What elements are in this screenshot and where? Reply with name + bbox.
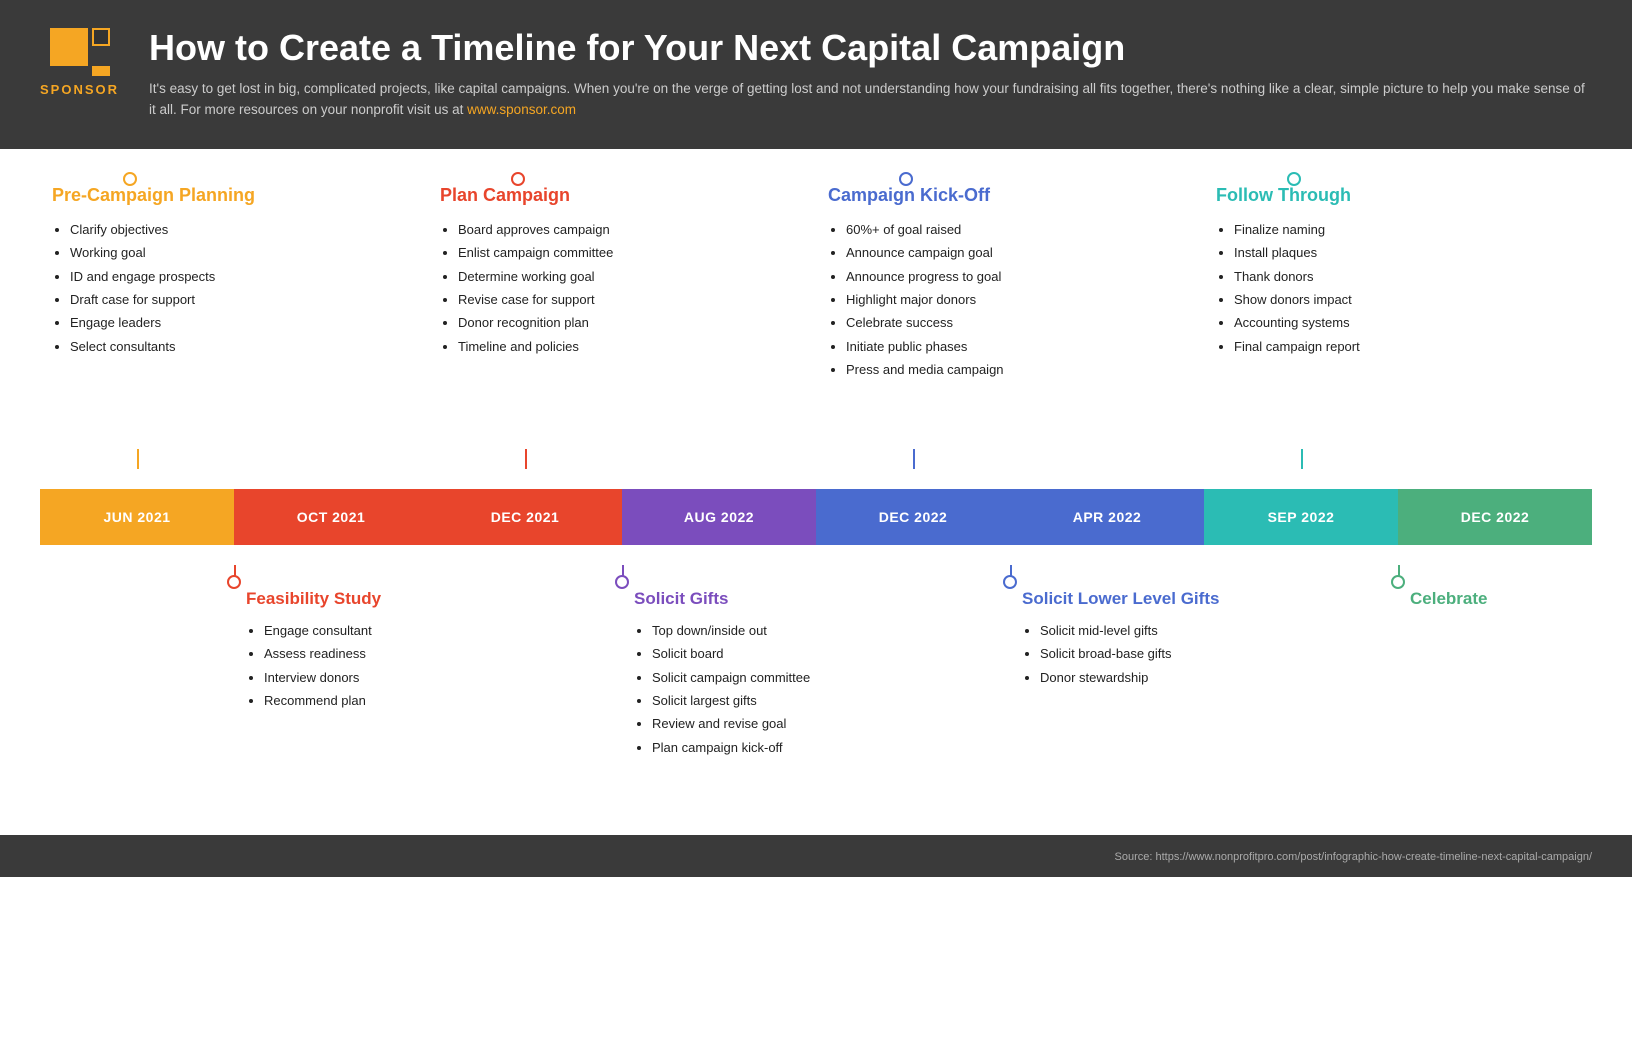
date-dec2022b: DEC 2022	[1398, 489, 1592, 545]
phase-plan-campaign: Plan Campaign Board approves campaign En…	[428, 179, 816, 469]
bottom-phases: Feasibility Study Engage consultant Asse…	[40, 545, 1592, 825]
phase-pre-campaign: Pre-Campaign Planning Clarify objectives…	[40, 179, 428, 469]
phase-title-follow-through: Follow Through	[1216, 185, 1580, 206]
date-oct2021: OCT 2021	[234, 489, 428, 545]
phase-list-follow-through: Finalize naming Install plaques Thank do…	[1216, 218, 1580, 358]
date-aug2022: AUG 2022	[622, 489, 816, 545]
phase-title-solicit-gifts: Solicit Gifts	[634, 589, 998, 609]
bottom-empty-col1	[40, 565, 234, 825]
phase-solicit-gifts: Solicit Gifts Top down/inside out Solici…	[622, 565, 1010, 825]
phase-title-pre-campaign: Pre-Campaign Planning	[52, 185, 416, 206]
top-phases: Pre-Campaign Planning Clarify objectives…	[40, 179, 1592, 489]
phase-list-solicit-gifts: Top down/inside out Solicit board Solici…	[634, 619, 998, 759]
phase-list-plan-campaign: Board approves campaign Enlist campaign …	[440, 218, 804, 358]
date-dec2021: DEC 2021	[428, 489, 622, 545]
phase-follow-through: Follow Through Finalize naming Install p…	[1204, 179, 1592, 469]
date-dec2022a: DEC 2022	[816, 489, 1010, 545]
phase-celebrate: Celebrate	[1398, 565, 1592, 825]
header: SPONSOR How to Create a Timeline for You…	[0, 0, 1632, 149]
main-content: Pre-Campaign Planning Clarify objectives…	[0, 149, 1632, 835]
date-jun2021: JUN 2021	[40, 489, 234, 545]
phase-campaign-kickoff: Campaign Kick-Off 60%+ of goal raised An…	[816, 179, 1204, 469]
phase-feasibility: Feasibility Study Engage consultant Asse…	[234, 565, 622, 825]
header-content: How to Create a Timeline for Your Next C…	[149, 28, 1592, 121]
header-description: It's easy to get lost in big, complicate…	[149, 78, 1592, 121]
phase-title-kickoff: Campaign Kick-Off	[828, 185, 1192, 206]
footer: Source: https://www.nonprofitpro.com/pos…	[0, 835, 1632, 877]
date-apr2022: APR 2022	[1010, 489, 1204, 545]
timeline-wrapper: Pre-Campaign Planning Clarify objectives…	[40, 179, 1592, 825]
phase-solicit-lower: Solicit Lower Level Gifts Solicit mid-le…	[1010, 565, 1398, 825]
phase-list-kickoff: 60%+ of goal raised Announce campaign go…	[828, 218, 1192, 382]
sponsor-link[interactable]: www.sponsor.com	[467, 102, 576, 117]
logo-icon	[50, 28, 110, 78]
date-sep2022: SEP 2022	[1204, 489, 1398, 545]
phase-title-celebrate: Celebrate	[1410, 589, 1580, 609]
phase-title-solicit-lower: Solicit Lower Level Gifts	[1022, 589, 1386, 609]
phase-list-feasibility: Engage consultant Assess readiness Inter…	[246, 619, 610, 713]
timeline-bar: JUN 2021 OCT 2021 DEC 2021 AUG 2022 DEC …	[40, 489, 1592, 545]
phase-title-plan-campaign: Plan Campaign	[440, 185, 804, 206]
page-title: How to Create a Timeline for Your Next C…	[149, 28, 1592, 68]
logo-block: SPONSOR	[40, 28, 119, 97]
phase-list-pre-campaign: Clarify objectives Working goal ID and e…	[52, 218, 416, 358]
phase-list-solicit-lower: Solicit mid-level gifts Solicit broad-ba…	[1022, 619, 1386, 689]
logo-text: SPONSOR	[40, 82, 119, 97]
footer-source: Source: https://www.nonprofitpro.com/pos…	[1115, 851, 1593, 863]
phase-title-feasibility: Feasibility Study	[246, 589, 610, 609]
